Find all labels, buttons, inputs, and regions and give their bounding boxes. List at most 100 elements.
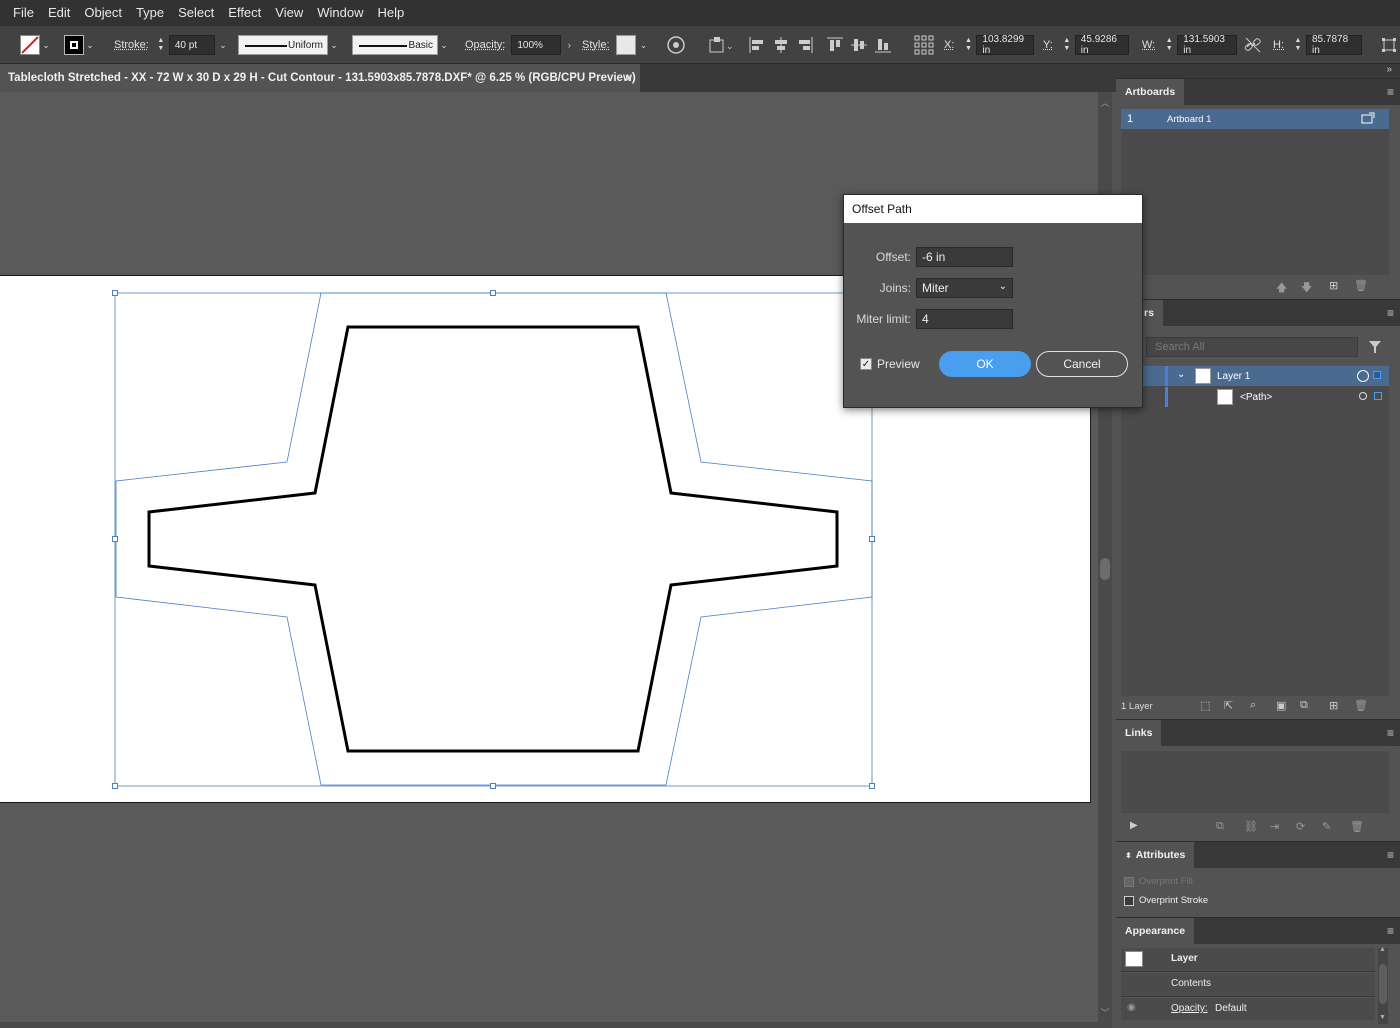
document-tab[interactable]: Tablecloth Stretched - XX - 72 W x 30 D …: [0, 64, 640, 92]
bbox-handle[interactable]: [869, 783, 875, 789]
target-icon[interactable]: [1357, 370, 1369, 382]
close-icon[interactable]: ×: [625, 71, 632, 85]
panel-menu-icon[interactable]: ≡: [1387, 306, 1394, 320]
profile-select[interactable]: Uniform: [238, 35, 328, 55]
dialog-title[interactable]: Offset Path: [844, 195, 1142, 223]
scroll-down-icon[interactable]: ▼: [1379, 1014, 1386, 1021]
panel-menu-icon[interactable]: ≡: [1387, 726, 1394, 740]
constrain-proportions-button[interactable]: [1244, 35, 1262, 55]
relink-library-icon[interactable]: ⧉: [1216, 820, 1224, 833]
attributes-tab[interactable]: ⬍ Attributes: [1116, 842, 1195, 868]
scroll-up-icon[interactable]: ︿: [1100, 96, 1110, 109]
align-right-icon[interactable]: [796, 36, 814, 54]
selection-indicator-icon[interactable]: [1373, 371, 1381, 379]
appearance-tab[interactable]: Appearance: [1116, 918, 1195, 944]
panel-menu-icon[interactable]: ≡: [1387, 85, 1394, 99]
new-layer-icon[interactable]: ⊞: [1329, 699, 1338, 712]
x-input[interactable]: 103.8299 in: [976, 34, 1035, 56]
opacity-input[interactable]: 100%: [511, 35, 562, 55]
brush-definition[interactable]: Basic ⌄: [352, 35, 450, 55]
layers-search-input[interactable]: Search All: [1146, 337, 1358, 357]
artboard-options-icon[interactable]: [1361, 112, 1375, 124]
y-stepper-icon[interactable]: ▲ ▼: [1061, 35, 1073, 55]
stroke-stepper-icon[interactable]: ▲ ▼: [155, 35, 167, 55]
w-input[interactable]: 131.5903 in: [1177, 34, 1238, 56]
align-middle-icon[interactable]: [850, 36, 868, 54]
cancel-button[interactable]: Cancel: [1036, 351, 1128, 377]
delete-layer-icon[interactable]: 🗑: [1354, 699, 1368, 712]
chevron-down-icon[interactable]: ⌄: [328, 35, 340, 55]
chevron-down-icon[interactable]: ⌄: [1177, 369, 1185, 380]
variable-width-profile[interactable]: Uniform ⌄: [238, 35, 340, 55]
scroll-up-icon[interactable]: ▲: [1379, 946, 1386, 953]
w-stepper-icon[interactable]: ▲ ▼: [1163, 35, 1175, 55]
bbox-handle[interactable]: [112, 536, 118, 542]
scrollbar-thumb[interactable]: [1100, 558, 1110, 580]
ok-button[interactable]: OK: [939, 351, 1031, 377]
new-sublayer-icon[interactable]: ⧉: [1300, 699, 1308, 712]
horizontal-scrollbar[interactable]: [0, 1022, 1098, 1028]
align-left-icon[interactable]: [748, 36, 766, 54]
appearance-contents-row[interactable]: Contents: [1121, 973, 1375, 997]
move-down-icon[interactable]: 🡇: [1301, 279, 1312, 298]
appearance-scrollbar[interactable]: ▲ ▼: [1378, 946, 1388, 1024]
menu-window[interactable]: Window: [310, 0, 370, 26]
menu-edit[interactable]: Edit: [41, 0, 77, 26]
tablecloth-contour-path[interactable]: [147, 325, 839, 753]
path-row[interactable]: <Path>: [1121, 387, 1389, 407]
transform-options[interactable]: ⌄: [708, 35, 734, 55]
artboards-tab[interactable]: Artboards: [1116, 79, 1185, 105]
menu-object[interactable]: Object: [77, 0, 129, 26]
delete-link-icon[interactable]: 🗑: [1350, 820, 1364, 833]
move-up-icon[interactable]: 🡅: [1276, 279, 1287, 298]
links-tab[interactable]: Links: [1116, 720, 1162, 746]
appearance-opacity-label[interactable]: Opacity:: [1171, 1003, 1208, 1014]
bbox-handle[interactable]: [112, 783, 118, 789]
chevron-down-icon[interactable]: ⌄: [638, 35, 650, 55]
layer-row[interactable]: ⌄ Layer 1: [1121, 366, 1389, 386]
scroll-down-icon[interactable]: ﹀: [1100, 1006, 1110, 1019]
appearance-layer-row[interactable]: Layer: [1121, 948, 1375, 972]
export-icon[interactable]: ⇱: [1224, 699, 1233, 712]
recolor-artwork-button[interactable]: [666, 35, 686, 55]
bbox-handle[interactable]: [490, 783, 496, 789]
overprint-fill-checkbox[interactable]: [1124, 876, 1134, 887]
visibility-eye-icon[interactable]: ◉: [1127, 1002, 1136, 1013]
preview-checkbox[interactable]: ✓: [860, 358, 872, 370]
overprint-stroke-checkbox[interactable]: [1124, 895, 1134, 906]
bbox-handle[interactable]: [112, 290, 118, 296]
expand-icon[interactable]: ⬍: [1125, 851, 1132, 860]
clipping-mask-icon[interactable]: ▣: [1276, 699, 1286, 712]
chevron-down-icon[interactable]: ⌄: [217, 35, 229, 55]
relink-icon[interactable]: ⛓: [1244, 820, 1258, 833]
menu-select[interactable]: Select: [171, 0, 221, 26]
menu-file[interactable]: File: [6, 0, 41, 26]
menu-type[interactable]: Type: [129, 0, 171, 26]
artboard-row[interactable]: 1 Artboard 1: [1121, 109, 1389, 129]
stroke-label[interactable]: Stroke:: [114, 39, 149, 51]
offset-input[interactable]: -6 in: [916, 247, 1013, 267]
search-icon[interactable]: ⌕: [1250, 699, 1256, 712]
align-bottom-icon[interactable]: [874, 36, 892, 54]
brush-select[interactable]: Basic: [352, 35, 438, 55]
delete-artboard-icon[interactable]: 🗑: [1354, 279, 1368, 292]
play-icon[interactable]: ▶: [1130, 820, 1138, 831]
collect-export-icon[interactable]: ⬚: [1200, 699, 1210, 712]
panel-menu-icon[interactable]: ≡: [1387, 848, 1394, 862]
target-icon[interactable]: [1359, 392, 1367, 400]
scrollbar-thumb[interactable]: [1379, 964, 1387, 1004]
bbox-handle[interactable]: [869, 536, 875, 542]
fill-swatch[interactable]: ⌄: [20, 35, 52, 55]
h-input[interactable]: 85.7878 in: [1306, 34, 1362, 56]
new-artboard-icon[interactable]: ⊞: [1329, 279, 1338, 292]
preview-label[interactable]: Preview: [877, 357, 920, 371]
stroke-weight-input[interactable]: 40 pt: [168, 35, 215, 55]
chevron-down-icon[interactable]: ⌄: [438, 35, 450, 55]
y-input[interactable]: 45.9286 in: [1074, 34, 1129, 56]
chevron-down-icon[interactable]: ⌄: [40, 35, 52, 55]
x-stepper-icon[interactable]: ▲ ▼: [962, 35, 974, 55]
chevron-down-icon[interactable]: ⌄: [84, 35, 96, 55]
menu-help[interactable]: Help: [370, 0, 411, 26]
reference-point-locator[interactable]: [914, 35, 934, 55]
align-top-icon[interactable]: [826, 36, 844, 54]
